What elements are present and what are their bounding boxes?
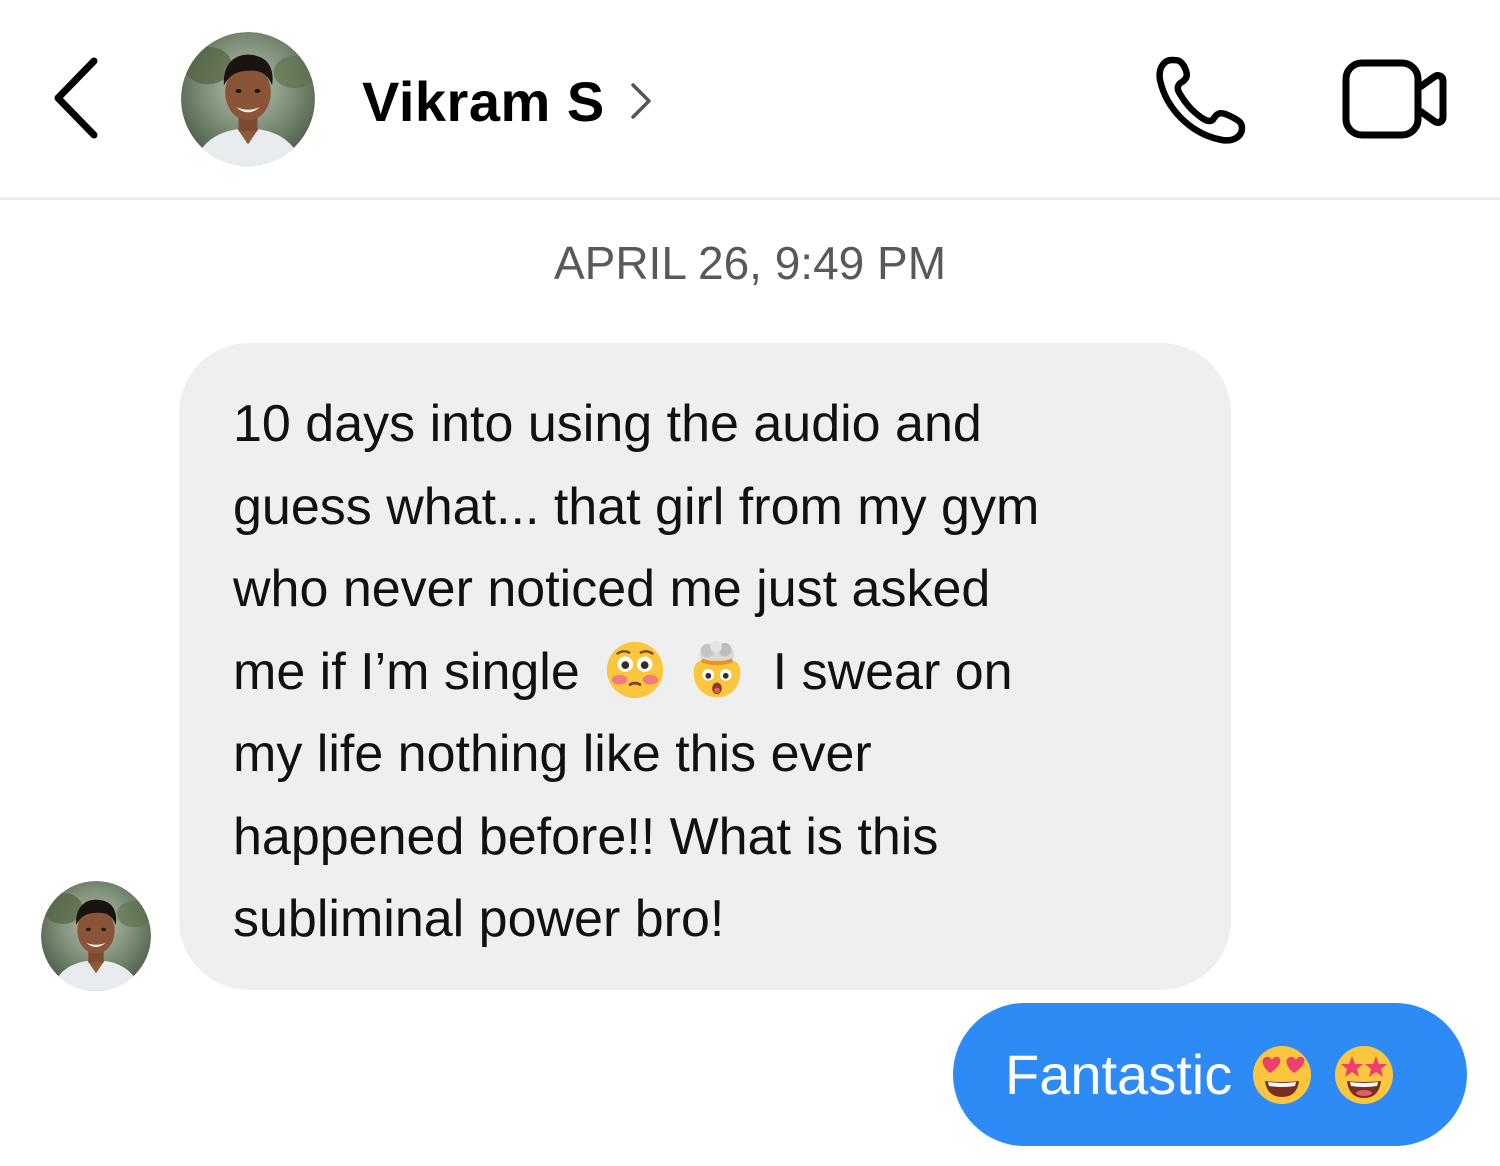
flushed-face-emoji-icon <box>607 641 664 698</box>
chevron-left-icon <box>54 57 98 139</box>
voice-call-button[interactable] <box>1150 50 1254 150</box>
star-struck-emoji-icon <box>1335 1045 1394 1104</box>
message-line: happened before!! What is this <box>233 807 939 866</box>
video-call-button[interactable] <box>1340 55 1450 145</box>
message-line: subliminal power bro! <box>233 890 725 948</box>
avatar-photo <box>41 881 151 991</box>
heart-eyes-emoji-icon <box>1253 1045 1312 1104</box>
exploding-head-emoji-icon <box>693 640 741 697</box>
sender-avatar[interactable] <box>41 881 151 991</box>
chat-screen: Vikram S APRIL 26, 9:49 PM 10 days into … <box>0 0 1500 1166</box>
video-camera-icon <box>1342 59 1447 139</box>
contact-name: Vikram S <box>362 69 605 133</box>
avatar-photo <box>181 32 315 166</box>
incoming-message-bubble[interactable]: 10 days into using the audio and guess w… <box>179 343 1231 990</box>
outgoing-message-text: Fantastic <box>1005 1043 1233 1106</box>
message-line: my life nothing like this ever <box>233 725 872 783</box>
back-button[interactable] <box>48 55 108 141</box>
message-line: I swear on <box>772 642 1013 701</box>
contact-avatar[interactable] <box>181 32 315 166</box>
outgoing-message-bubble[interactable]: Fantastic <box>953 1003 1467 1146</box>
contact-info[interactable]: Vikram S <box>362 66 653 136</box>
message-line: me if I’m single <box>233 642 580 701</box>
phone-icon <box>1156 56 1246 144</box>
message-timestamp: APRIL 26, 9:49 PM <box>553 237 947 289</box>
message-line: who never noticed me just asked <box>233 560 991 618</box>
incoming-message-text: 10 days into using the audio and guess w… <box>233 383 1191 961</box>
message-line: 10 days into using the audio and <box>233 395 982 453</box>
chevron-right-icon <box>630 83 651 119</box>
chat-header: Vikram S <box>0 0 1500 200</box>
message-line: guess what... that girl from my gym <box>233 477 1040 536</box>
